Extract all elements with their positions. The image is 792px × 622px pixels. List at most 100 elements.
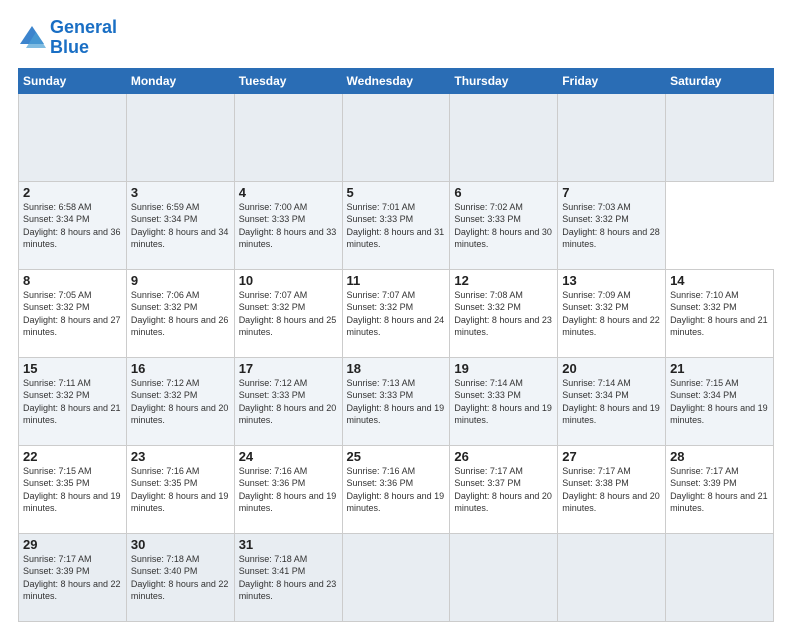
day-info: Sunrise: 7:17 AMSunset: 3:39 PMDaylight:…	[23, 553, 122, 603]
day-info: Sunrise: 6:58 AMSunset: 3:34 PMDaylight:…	[23, 201, 122, 251]
calendar-cell: 10Sunrise: 7:07 AMSunset: 3:32 PMDayligh…	[234, 269, 342, 357]
day-number: 26	[454, 449, 553, 464]
day-number: 31	[239, 537, 338, 552]
calendar-cell	[234, 93, 342, 181]
calendar-cell: 29Sunrise: 7:17 AMSunset: 3:39 PMDayligh…	[19, 533, 127, 621]
calendar-cell	[558, 93, 666, 181]
calendar-cell: 2Sunrise: 6:58 AMSunset: 3:34 PMDaylight…	[19, 181, 127, 269]
weekday-header: Thursday	[450, 68, 558, 93]
day-info: Sunrise: 7:12 AMSunset: 3:33 PMDaylight:…	[239, 377, 338, 427]
calendar-cell	[19, 93, 127, 181]
day-number: 23	[131, 449, 230, 464]
calendar-cell: 30Sunrise: 7:18 AMSunset: 3:40 PMDayligh…	[126, 533, 234, 621]
day-number: 3	[131, 185, 230, 200]
calendar-cell: 18Sunrise: 7:13 AMSunset: 3:33 PMDayligh…	[342, 357, 450, 445]
weekday-header: Sunday	[19, 68, 127, 93]
day-info: Sunrise: 7:00 AMSunset: 3:33 PMDaylight:…	[239, 201, 338, 251]
calendar-page: General Blue SundayMondayTuesdayWednesda…	[0, 0, 792, 612]
calendar-cell: 31Sunrise: 7:18 AMSunset: 3:41 PMDayligh…	[234, 533, 342, 621]
day-info: Sunrise: 7:08 AMSunset: 3:32 PMDaylight:…	[454, 289, 553, 339]
calendar-cell: 21Sunrise: 7:15 AMSunset: 3:34 PMDayligh…	[666, 357, 774, 445]
day-number: 2	[23, 185, 122, 200]
day-info: Sunrise: 7:11 AMSunset: 3:32 PMDaylight:…	[23, 377, 122, 427]
calendar-cell	[666, 93, 774, 181]
day-info: Sunrise: 7:16 AMSunset: 3:35 PMDaylight:…	[131, 465, 230, 515]
calendar-cell	[450, 533, 558, 621]
day-number: 24	[239, 449, 338, 464]
day-info: Sunrise: 7:01 AMSunset: 3:33 PMDaylight:…	[347, 201, 446, 251]
calendar-cell: 22Sunrise: 7:15 AMSunset: 3:35 PMDayligh…	[19, 445, 127, 533]
day-number: 29	[23, 537, 122, 552]
weekday-header: Friday	[558, 68, 666, 93]
day-number: 30	[131, 537, 230, 552]
day-number: 28	[670, 449, 769, 464]
day-number: 21	[670, 361, 769, 376]
day-number: 6	[454, 185, 553, 200]
calendar-cell: 3Sunrise: 6:59 AMSunset: 3:34 PMDaylight…	[126, 181, 234, 269]
weekday-header: Monday	[126, 68, 234, 93]
calendar-cell: 28Sunrise: 7:17 AMSunset: 3:39 PMDayligh…	[666, 445, 774, 533]
calendar-cell: 15Sunrise: 7:11 AMSunset: 3:32 PMDayligh…	[19, 357, 127, 445]
weekday-header: Wednesday	[342, 68, 450, 93]
day-number: 14	[670, 273, 769, 288]
day-info: Sunrise: 7:17 AMSunset: 3:37 PMDaylight:…	[454, 465, 553, 515]
day-number: 9	[131, 273, 230, 288]
logo-icon	[18, 24, 46, 52]
calendar-cell: 7Sunrise: 7:03 AMSunset: 3:32 PMDaylight…	[558, 181, 666, 269]
day-info: Sunrise: 7:18 AMSunset: 3:41 PMDaylight:…	[239, 553, 338, 603]
calendar-cell: 4Sunrise: 7:00 AMSunset: 3:33 PMDaylight…	[234, 181, 342, 269]
day-number: 19	[454, 361, 553, 376]
calendar-cell: 24Sunrise: 7:16 AMSunset: 3:36 PMDayligh…	[234, 445, 342, 533]
day-number: 4	[239, 185, 338, 200]
day-info: Sunrise: 7:13 AMSunset: 3:33 PMDaylight:…	[347, 377, 446, 427]
day-info: Sunrise: 7:05 AMSunset: 3:32 PMDaylight:…	[23, 289, 122, 339]
logo: General Blue	[18, 18, 117, 58]
day-number: 11	[347, 273, 446, 288]
day-info: Sunrise: 7:06 AMSunset: 3:32 PMDaylight:…	[131, 289, 230, 339]
day-info: Sunrise: 7:17 AMSunset: 3:38 PMDaylight:…	[562, 465, 661, 515]
day-info: Sunrise: 7:02 AMSunset: 3:33 PMDaylight:…	[454, 201, 553, 251]
day-number: 15	[23, 361, 122, 376]
day-number: 5	[347, 185, 446, 200]
day-info: Sunrise: 7:15 AMSunset: 3:35 PMDaylight:…	[23, 465, 122, 515]
day-number: 10	[239, 273, 338, 288]
day-info: Sunrise: 6:59 AMSunset: 3:34 PMDaylight:…	[131, 201, 230, 251]
calendar-cell	[342, 93, 450, 181]
day-info: Sunrise: 7:12 AMSunset: 3:32 PMDaylight:…	[131, 377, 230, 427]
day-info: Sunrise: 7:07 AMSunset: 3:32 PMDaylight:…	[347, 289, 446, 339]
day-number: 20	[562, 361, 661, 376]
day-info: Sunrise: 7:10 AMSunset: 3:32 PMDaylight:…	[670, 289, 769, 339]
day-number: 18	[347, 361, 446, 376]
calendar-cell	[342, 533, 450, 621]
calendar-cell: 27Sunrise: 7:17 AMSunset: 3:38 PMDayligh…	[558, 445, 666, 533]
calendar-cell: 16Sunrise: 7:12 AMSunset: 3:32 PMDayligh…	[126, 357, 234, 445]
logo-text: General Blue	[50, 18, 117, 58]
day-number: 22	[23, 449, 122, 464]
day-number: 12	[454, 273, 553, 288]
day-info: Sunrise: 7:18 AMSunset: 3:40 PMDaylight:…	[131, 553, 230, 603]
calendar-cell	[126, 93, 234, 181]
day-number: 27	[562, 449, 661, 464]
weekday-header: Saturday	[666, 68, 774, 93]
calendar-cell: 11Sunrise: 7:07 AMSunset: 3:32 PMDayligh…	[342, 269, 450, 357]
day-info: Sunrise: 7:03 AMSunset: 3:32 PMDaylight:…	[562, 201, 661, 251]
day-number: 13	[562, 273, 661, 288]
calendar-cell	[558, 533, 666, 621]
day-number: 16	[131, 361, 230, 376]
day-info: Sunrise: 7:16 AMSunset: 3:36 PMDaylight:…	[347, 465, 446, 515]
calendar-cell: 14Sunrise: 7:10 AMSunset: 3:32 PMDayligh…	[666, 269, 774, 357]
calendar-table: SundayMondayTuesdayWednesdayThursdayFrid…	[18, 68, 774, 622]
day-info: Sunrise: 7:16 AMSunset: 3:36 PMDaylight:…	[239, 465, 338, 515]
calendar-cell: 17Sunrise: 7:12 AMSunset: 3:33 PMDayligh…	[234, 357, 342, 445]
calendar-cell: 25Sunrise: 7:16 AMSunset: 3:36 PMDayligh…	[342, 445, 450, 533]
calendar-cell: 8Sunrise: 7:05 AMSunset: 3:32 PMDaylight…	[19, 269, 127, 357]
calendar-cell: 5Sunrise: 7:01 AMSunset: 3:33 PMDaylight…	[342, 181, 450, 269]
day-number: 17	[239, 361, 338, 376]
day-info: Sunrise: 7:14 AMSunset: 3:33 PMDaylight:…	[454, 377, 553, 427]
header: General Blue	[18, 18, 774, 58]
calendar-cell: 12Sunrise: 7:08 AMSunset: 3:32 PMDayligh…	[450, 269, 558, 357]
day-info: Sunrise: 7:09 AMSunset: 3:32 PMDaylight:…	[562, 289, 661, 339]
calendar-cell: 9Sunrise: 7:06 AMSunset: 3:32 PMDaylight…	[126, 269, 234, 357]
day-number: 8	[23, 273, 122, 288]
calendar-cell	[666, 533, 774, 621]
